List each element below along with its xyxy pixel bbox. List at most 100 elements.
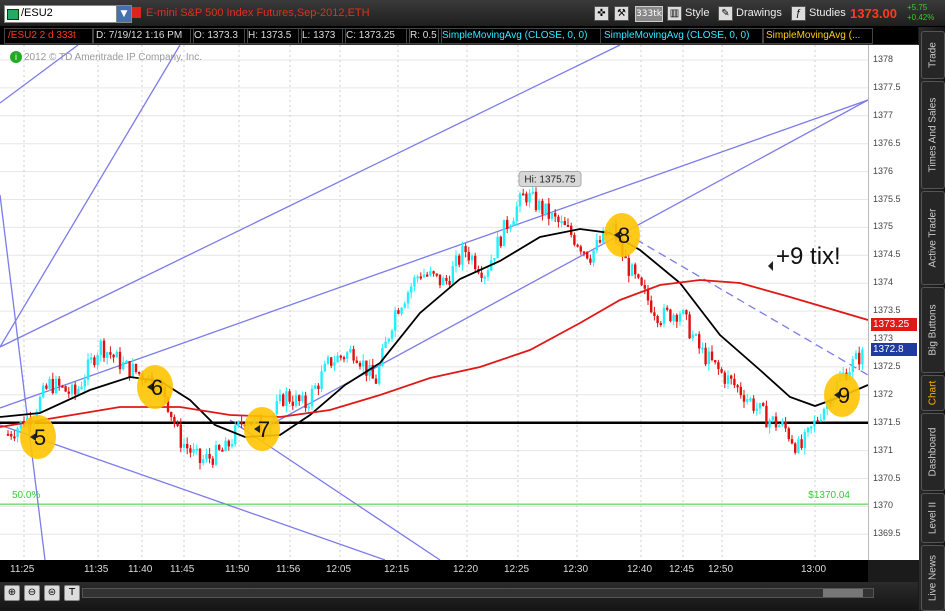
candle-body xyxy=(544,203,547,215)
change-pct: +0.42% xyxy=(907,13,935,22)
candle-body xyxy=(218,445,221,450)
candle-body xyxy=(720,369,723,373)
info-close: C: 1373.25 xyxy=(342,28,410,44)
candle-body xyxy=(362,360,365,367)
crosshair-button[interactable]: ✜ xyxy=(594,5,612,22)
side-tab-big-buttons[interactable]: Big Buttons xyxy=(921,287,945,373)
side-tab-dashboard[interactable]: Dashboard xyxy=(921,413,945,491)
candle-body xyxy=(704,347,707,365)
annotation-arrow-icon xyxy=(768,261,773,271)
candle-body xyxy=(512,220,515,226)
scrollbar-thumb[interactable] xyxy=(823,589,863,597)
candle-body xyxy=(454,255,458,267)
candle-body xyxy=(422,274,426,278)
candle-body xyxy=(182,443,186,448)
zoom-out-button[interactable]: ⊖ xyxy=(24,585,40,601)
trend-channel-line xyxy=(0,44,181,348)
candle-body xyxy=(778,425,781,428)
candle-body xyxy=(224,440,227,452)
info-sma-cyan[interactable]: SimpleMovingAvg (CLOSE, 0, 0) xyxy=(438,28,601,44)
candle-body xyxy=(669,309,672,322)
x-tick-label: 11:40 xyxy=(128,564,153,575)
candle-body xyxy=(525,193,528,203)
candle-body xyxy=(45,385,48,389)
candle-body xyxy=(346,352,349,359)
chart-info-bar: /ESU2 2 d 333t D: 7/19/12 1:16 PM O: 137… xyxy=(0,27,918,71)
candle-body xyxy=(579,246,582,252)
candle-body xyxy=(736,385,739,388)
candle-body xyxy=(541,200,544,215)
symbol-dropdown-button[interactable]: ▼ xyxy=(116,5,132,23)
side-tab-trade[interactable]: Trade xyxy=(921,31,945,79)
symbol-info-icon[interactable] xyxy=(132,7,141,18)
candle-body xyxy=(627,257,630,276)
candle-body xyxy=(640,277,643,286)
candle-body xyxy=(86,359,90,380)
x-tick-label: 12:05 xyxy=(326,564,352,575)
aggregation-button[interactable]: 333tk xyxy=(635,6,663,22)
x-tick-label: 12:40 xyxy=(627,564,653,575)
candle-body xyxy=(365,360,368,376)
fit-button[interactable]: ⊜ xyxy=(44,585,60,601)
side-tab-times-and-sales[interactable]: Times And Sales xyxy=(921,81,945,189)
candle-body xyxy=(685,310,688,315)
candle-body xyxy=(358,362,362,367)
candle-body xyxy=(499,236,502,247)
candle-body xyxy=(448,280,451,285)
candle-body xyxy=(42,385,45,398)
zoom-in-button[interactable]: ⊕ xyxy=(4,585,20,601)
candle-body xyxy=(557,216,560,223)
y-tick-label: 1371.5 xyxy=(873,416,901,427)
time-axis[interactable]: 11:25 11:35 11:40 11:45 11:50 11:56 12:05 12:15… xyxy=(0,560,868,582)
text-tool-button[interactable]: T xyxy=(64,585,80,601)
candle-body xyxy=(534,191,538,211)
candle-body xyxy=(323,363,326,372)
candle-body xyxy=(675,314,678,322)
info-sma-yellow[interactable]: SimpleMovingAvg (... xyxy=(762,28,873,44)
side-tab-chart[interactable]: Chart xyxy=(921,375,945,411)
info-open: O: 1373.3 xyxy=(190,28,248,44)
price-chart[interactable]: 5 6 7 8 9 Hi: 1375.75 +9 tix! 50.0% $1370.04 xyxy=(0,44,869,561)
y-tick-label: 1374 xyxy=(873,277,894,288)
y-tick-label: 1378 xyxy=(873,54,894,64)
price-axis[interactable]: 1378 1377.5 1377 1376.5 1376 1375.5 1375 1374.5… xyxy=(868,45,919,560)
info-symbol-period[interactable]: /ESU2 2 d 333t xyxy=(4,28,94,44)
candle-body xyxy=(566,224,570,227)
info-low: L: 1373 xyxy=(298,28,346,44)
candle-body xyxy=(445,278,448,281)
candle-body xyxy=(186,443,189,449)
candle-body xyxy=(493,258,496,261)
info-sma-cyan-2[interactable]: SimpleMovingAvg (CLOSE, 0, 0) xyxy=(600,28,764,44)
candle-body xyxy=(458,255,461,265)
top-toolbar: /ESU2 ▼ E-mini S&P 500 Index Futures,Sep… xyxy=(0,0,945,27)
candle-body xyxy=(710,351,714,361)
chart-scrollbar[interactable] xyxy=(82,588,874,598)
style-button[interactable]: ▥ Style xyxy=(667,5,709,22)
y-tick-label: 1377 xyxy=(873,109,894,120)
studies-button[interactable]: ƒ Studies xyxy=(791,5,846,22)
chart-canvas[interactable]: 5 6 7 8 9 Hi: 1375.75 +9 tix! 50.0% $1370.04 xyxy=(0,44,869,561)
side-tab-active-trader[interactable]: Active Trader xyxy=(921,191,945,285)
wrench-button[interactable]: ⚒ xyxy=(614,5,632,22)
candle-body xyxy=(390,330,394,339)
side-tab-level-ii[interactable]: Level II xyxy=(921,493,945,543)
candle-body xyxy=(595,240,598,251)
y-tick-label: 1371 xyxy=(873,444,894,455)
info-icon[interactable]: i xyxy=(10,51,22,63)
candle-body xyxy=(416,276,419,279)
candle-body xyxy=(352,349,355,361)
candle-body xyxy=(70,384,74,394)
candle-body xyxy=(797,439,800,453)
y-tick-label: 1374.5 xyxy=(873,249,901,260)
candle-body xyxy=(509,225,512,230)
side-tab-label: Big Buttons xyxy=(927,304,939,356)
y-tick-label: 1376.5 xyxy=(873,137,901,148)
side-tab-live-news[interactable]: Live News xyxy=(921,545,945,611)
candle-body xyxy=(394,310,397,331)
symbol-input[interactable]: /ESU2 xyxy=(4,5,118,23)
wave-label-6: 6 xyxy=(151,375,163,400)
candle-body xyxy=(726,375,730,384)
y-tick-label: 1370.5 xyxy=(873,472,901,483)
drawings-button[interactable]: ✎ Drawings xyxy=(718,5,782,22)
candle-body xyxy=(106,352,109,358)
